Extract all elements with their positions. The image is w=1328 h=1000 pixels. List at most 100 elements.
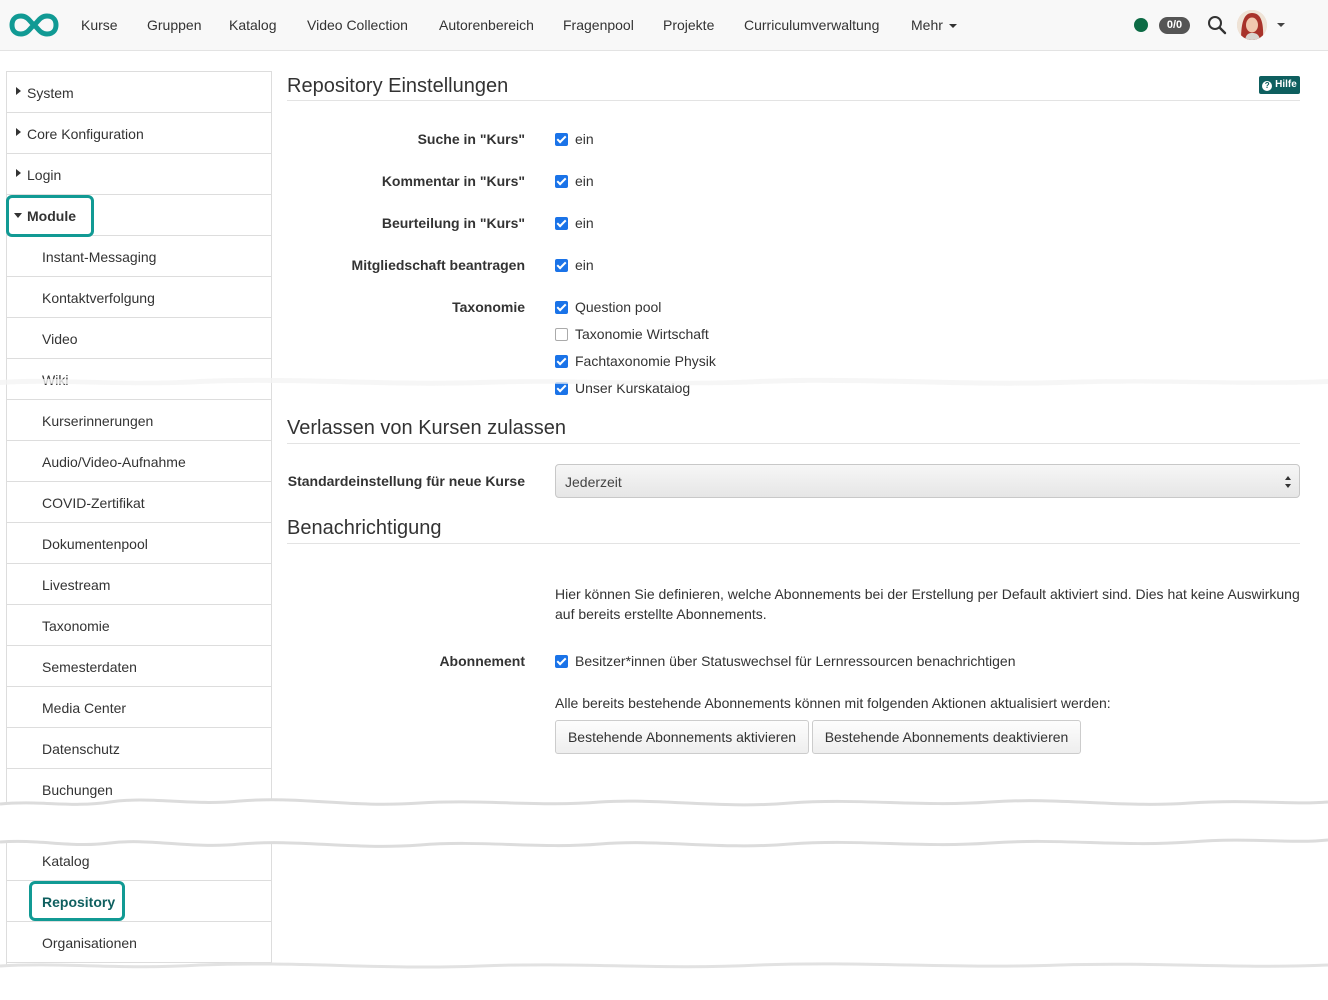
sidebar-item-label: Buchungen (42, 782, 113, 798)
caret-down-icon (14, 213, 22, 218)
taxonomy-option-question-pool[interactable]: Question pool (555, 299, 661, 315)
checkbox-checked-icon[interactable] (555, 259, 568, 272)
comment-setting-checkbox[interactable]: ein (555, 173, 594, 189)
nav-curriculumverwaltung[interactable]: Curriculumverwaltung (744, 17, 879, 33)
sidebar-item-label: Instant-Messaging (42, 249, 157, 265)
sidebar-item-label: Katalog (42, 853, 90, 869)
top-navigation: Kurse Gruppen Katalog Video Collection A… (0, 0, 1328, 51)
checkbox-checked-icon[interactable] (555, 217, 568, 230)
deactivate-subscriptions-button[interactable]: Bestehende Abonnements deaktivieren (812, 720, 1081, 754)
sidebar-item-kurserinnerungen[interactable]: Kurserinnerungen (7, 400, 271, 441)
sidebar-item-instant-messaging[interactable]: Instant-Messaging (7, 236, 271, 277)
sidebar-item-audio-video-aufnahme[interactable]: Audio/Video-Aufnahme (7, 441, 271, 482)
search-setting-label: Suche in "Kurs" (417, 131, 525, 147)
checkbox-label: Taxonomie Wirtschaft (575, 326, 709, 342)
sidebar-item-label: Kurserinnerungen (42, 413, 154, 429)
checkbox-label: Question pool (575, 299, 662, 315)
section-divider (287, 543, 1300, 544)
membership-setting-label: Mitgliedschaft beantragen (351, 257, 525, 273)
sidebar-item-taxonomie[interactable]: Taxonomie (7, 605, 271, 646)
sidebar-item-label: Datenschutz (42, 741, 120, 757)
nav-fragenpool[interactable]: Fragenpool (563, 17, 634, 33)
taxonomy-label: Taxonomie (452, 299, 525, 315)
sidebar-item-label: Core Konfiguration (27, 126, 144, 142)
nav-autorenbereich[interactable]: Autorenbereich (439, 17, 534, 33)
sidebar-item-label: Login (27, 167, 62, 183)
nav-katalog[interactable]: Katalog (229, 17, 276, 33)
search-setting-checkbox[interactable]: ein (555, 131, 594, 147)
sidebar-item-media-center[interactable]: Media Center (7, 687, 271, 728)
checkbox-unchecked-icon[interactable] (555, 328, 568, 341)
sidebar-item-livestream[interactable]: Livestream (7, 564, 271, 605)
nav-video-collection[interactable]: Video Collection (307, 17, 408, 33)
user-menu-chevron-icon[interactable] (1277, 23, 1285, 27)
sidebar-item-semesterdaten[interactable]: Semesterdaten (7, 646, 271, 687)
nav-gruppen[interactable]: Gruppen (147, 17, 201, 33)
help-label: Hilfe (1275, 79, 1297, 90)
sidebar-item-buchungen[interactable]: Buchungen (7, 769, 271, 810)
question-icon: ? (1262, 81, 1273, 91)
sidebar-item-label: Organisationen (42, 935, 137, 951)
sidebar-item-system[interactable]: System (7, 72, 271, 113)
section-divider (287, 443, 1300, 444)
activate-subscriptions-button[interactable]: Bestehende Abonnements aktivieren (555, 720, 809, 754)
sidebar-item-datenschutz[interactable]: Datenschutz (7, 728, 271, 769)
select-arrows-icon (1285, 476, 1291, 488)
sidebar-item-label: Repository (42, 894, 116, 910)
default-leave-select[interactable]: Jederzeit (555, 464, 1300, 498)
taxonomy-option-kurskatalog[interactable]: Unser Kurskatalog (555, 380, 690, 396)
comment-setting-label: Kommentar in "Kurs" (381, 173, 525, 189)
sidebar-item-module[interactable]: Module (7, 195, 271, 236)
checkbox-label: ein (575, 173, 594, 189)
sidebar-item-dokumentenpool[interactable]: Dokumentenpool (7, 523, 271, 564)
help-button[interactable]: ? Hilfe (1259, 76, 1300, 94)
chevron-down-icon (948, 24, 957, 29)
sidebar-item-label: Livestream (42, 577, 111, 593)
admin-sidebar: System Core Konfiguration Login Module I… (6, 71, 272, 1000)
nav-more-label: Mehr (911, 17, 943, 33)
sidebar-item-label: Module (27, 208, 76, 224)
checkbox-checked-icon[interactable] (555, 175, 568, 188)
checkbox-checked-icon[interactable] (555, 382, 568, 395)
checkbox-checked-icon[interactable] (555, 655, 568, 668)
checkbox-checked-icon[interactable] (555, 133, 568, 146)
caret-right-icon (16, 87, 21, 95)
checkbox-label: Besitzer*innen über Statuswechsel für Le… (575, 653, 1016, 669)
actions-text: Alle bereits bestehende Abonnements könn… (555, 695, 1111, 711)
sidebar-item-label: System (27, 85, 74, 101)
sidebar-item-video[interactable]: Video (7, 318, 271, 359)
sidebar-item-wiki[interactable]: Wiki (7, 359, 271, 400)
checkbox-label: ein (575, 257, 594, 273)
sidebar-item-katalog[interactable]: Katalog (7, 840, 271, 881)
sidebar-item-organisationen[interactable]: Organisationen (7, 922, 271, 963)
user-avatar[interactable] (1237, 10, 1267, 40)
sidebar-item-covid-zertifikat[interactable]: COVID-Zertifikat (7, 482, 271, 523)
app-logo-icon[interactable] (8, 12, 60, 38)
sidebar-item-repository[interactable]: Repository (7, 881, 271, 922)
taxonomy-option-physik[interactable]: Fachtaxonomie Physik (555, 353, 716, 369)
sidebar-item-core-konfiguration[interactable]: Core Konfiguration (7, 113, 271, 154)
taxonomy-option-wirtschaft[interactable]: Taxonomie Wirtschaft (555, 326, 709, 342)
notify-section-title: Benachrichtigung (287, 517, 442, 539)
sidebar-item-label: Audio/Video-Aufnahme (42, 454, 186, 470)
caret-right-icon (16, 128, 21, 136)
nav-kurse[interactable]: Kurse (81, 17, 118, 33)
checkbox-label: ein (575, 215, 594, 231)
notify-description: Hier können Sie definieren, welche Abonn… (555, 586, 1300, 622)
online-status-icon[interactable] (1134, 18, 1148, 32)
notification-count-badge[interactable]: 0/0 (1159, 17, 1190, 34)
sidebar-item-kontaktverfolgung[interactable]: Kontaktverfolgung (7, 277, 271, 318)
checkbox-checked-icon[interactable] (555, 355, 568, 368)
subscription-checkbox[interactable]: Besitzer*innen über Statuswechsel für Le… (555, 653, 1015, 669)
search-icon[interactable] (1207, 15, 1227, 35)
nav-projekte[interactable]: Projekte (663, 17, 714, 33)
membership-setting-checkbox[interactable]: ein (555, 257, 594, 273)
rating-setting-checkbox[interactable]: ein (555, 215, 594, 231)
sidebar-item-login[interactable]: Login (7, 154, 271, 195)
nav-more-menu[interactable]: Mehr (911, 17, 957, 33)
checkbox-checked-icon[interactable] (555, 301, 568, 314)
checkbox-label: Unser Kurskatalog (575, 380, 691, 396)
user-avatar-icon (1237, 10, 1267, 40)
sidebar-item-label: Dokumentenpool (42, 536, 148, 552)
page-title: Repository Einstellungen (287, 75, 509, 97)
